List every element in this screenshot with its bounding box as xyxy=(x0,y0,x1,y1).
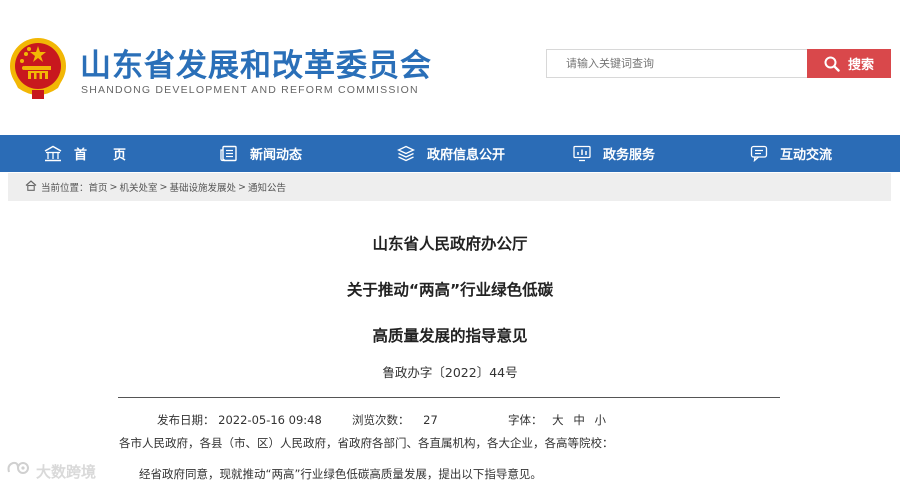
nav-item-label: 政府信息公开 xyxy=(427,148,506,163)
article-title-line-3: 高质量发展的指导意见 xyxy=(372,327,528,345)
breadcrumb-item-home[interactable]: 首页 xyxy=(89,180,108,194)
search-input[interactable] xyxy=(547,50,808,77)
view-count-value: 27 xyxy=(423,413,438,427)
font-size-control: 字体： 大 中 小 xyxy=(508,412,606,428)
article-body-paragraph: 经省政府同意，现就推动“两高”行业绿色低碳高质量发展，提出以下指导意见。 xyxy=(139,467,542,481)
nav-item-interaction[interactable]: 互动交流 xyxy=(750,135,832,172)
breadcrumb-separator: > xyxy=(109,181,118,193)
font-size-medium-button[interactable]: 中 xyxy=(573,413,585,427)
nav-item-label: 首 页 xyxy=(74,148,127,163)
publish-date-label: 发布日期： xyxy=(157,413,215,427)
view-count: 浏览次数： 27 xyxy=(352,412,438,428)
watermark: 大数跨境 xyxy=(6,460,96,482)
nav-item-label: 新闻动态 xyxy=(250,148,303,163)
home-location-icon xyxy=(25,180,37,194)
watermark-logo-icon xyxy=(6,460,32,482)
nav-item-home[interactable]: 首 页 xyxy=(44,135,126,172)
national-emblem-icon[interactable] xyxy=(8,36,68,100)
font-size-label: 字体： xyxy=(508,413,543,427)
article-title-line-1: 山东省人民政府办公厅 xyxy=(372,235,528,253)
site-header: 山东省发展和改革委员会 SHANDONG DEVELOPMENT AND REF… xyxy=(0,0,900,135)
article-title-line-2: 关于推动“两高”行业绿色低碳 xyxy=(346,281,554,299)
nav-item-label: 政务服务 xyxy=(603,148,656,163)
nav-item-gov-info[interactable]: 政府信息公开 xyxy=(397,135,505,172)
font-size-small-button[interactable]: 小 xyxy=(594,413,606,427)
font-size-large-button[interactable]: 大 xyxy=(552,413,564,427)
watermark-text: 大数跨境 xyxy=(36,462,97,481)
layers-icon xyxy=(397,145,415,162)
breadcrumb-prefix: 当前位置： xyxy=(41,183,89,194)
search-box xyxy=(546,49,808,78)
breadcrumb-separator: > xyxy=(238,181,246,193)
site-subtitle: SHANDONG DEVELOPMENT AND REFORM COMMISSI… xyxy=(81,84,419,96)
nav-item-label: 互动交流 xyxy=(780,148,833,163)
publish-date-value: 2022-05-16 09:48 xyxy=(218,413,322,427)
breadcrumb-item-departments[interactable]: 机关处室 xyxy=(120,180,158,194)
monitor-chart-icon xyxy=(573,145,591,162)
search-icon xyxy=(824,56,840,72)
recipients-line: 各市人民政府，各县（市、区）人民政府，省政府各部门、各直属机构，各大企业，各高等… xyxy=(119,436,614,450)
meta-divider xyxy=(118,397,780,398)
news-icon xyxy=(220,145,238,162)
publish-date: 发布日期： 2022-05-16 09:48 xyxy=(157,412,322,428)
nav-item-services[interactable]: 政务服务 xyxy=(573,135,655,172)
search-button[interactable]: 搜索 xyxy=(807,49,891,78)
breadcrumb: 当前位置： 首页 > 机关处室 > 基础设施发展处 > 通知公告 xyxy=(8,173,891,201)
nav-item-news[interactable]: 新闻动态 xyxy=(220,135,302,172)
search-button-label: 搜索 xyxy=(847,58,874,73)
view-count-label: 浏览次数： xyxy=(352,413,410,427)
home-icon xyxy=(44,145,62,162)
breadcrumb-item-notices[interactable]: 通知公告 xyxy=(248,180,286,194)
main-nav: 首 页 新闻动态 政府信息公开 政务服务 互动交流 xyxy=(0,135,900,172)
document-number: 鲁政办字〔2022〕44号 xyxy=(382,365,518,380)
site-title[interactable]: 山东省发展和改革委员会 xyxy=(80,40,432,85)
breadcrumb-separator: > xyxy=(159,181,168,193)
breadcrumb-item-infrastructure[interactable]: 基础设施发展处 xyxy=(169,180,236,194)
chat-icon xyxy=(750,145,768,162)
